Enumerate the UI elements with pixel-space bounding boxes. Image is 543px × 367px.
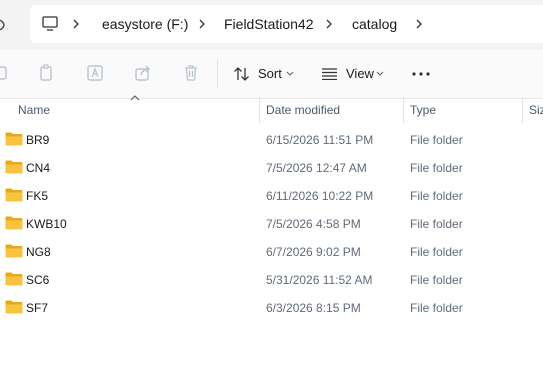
breadcrumb-fieldstation42[interactable]: FieldStation42: [224, 5, 314, 43]
column-header-size[interactable]: Size: [529, 99, 543, 121]
date-modified: 6/7/2026 9:02 PM: [266, 245, 361, 259]
file-name: KWB10: [26, 217, 67, 231]
refresh-icon[interactable]: [0, 17, 7, 33]
chevron-right-icon[interactable]: [413, 18, 425, 30]
date-modified: 6/11/2026 10:22 PM: [266, 189, 374, 203]
date-modified: 7/5/2026 4:58 PM: [266, 217, 361, 231]
breadcrumb-drive[interactable]: easystore (F:): [102, 5, 188, 43]
chevron-down-icon: [376, 71, 384, 76]
cut-icon[interactable]: [0, 64, 10, 82]
column-divider[interactable]: [403, 97, 404, 123]
rename-icon[interactable]: [86, 64, 104, 82]
date-modified: 6/15/2026 11:51 PM: [266, 133, 374, 147]
file-type: File folder: [410, 273, 463, 287]
folder-icon: [5, 244, 23, 258]
column-divider[interactable]: [259, 97, 260, 123]
view-icon: [322, 68, 337, 80]
folder-icon: [5, 272, 23, 286]
file-type: File folder: [410, 301, 463, 315]
file-type: File folder: [410, 161, 463, 175]
column-header-type[interactable]: Type: [410, 99, 436, 121]
file-type: File folder: [410, 245, 463, 259]
address-bar-area: easystore (F:) FieldStation42 catalog: [0, 0, 543, 50]
folder-icon: [5, 300, 23, 314]
date-modified: 5/31/2026 11:52 AM: [266, 273, 373, 287]
toolbar-separator: [217, 60, 218, 88]
folder-icon: [5, 188, 23, 202]
this-pc-icon[interactable]: [42, 16, 58, 31]
file-name: SC6: [26, 273, 50, 287]
file-row[interactable]: BR9 6/15/2026 11:51 PM File folder: [0, 126, 543, 154]
share-icon[interactable]: [134, 64, 152, 82]
command-bar: Sort View: [0, 50, 543, 99]
column-header-name[interactable]: Name: [18, 99, 50, 121]
sort-button[interactable]: Sort: [233, 60, 299, 88]
file-name: BR9: [26, 133, 50, 147]
view-button[interactable]: View: [321, 60, 387, 88]
date-modified: 7/5/2026 12:47 AM: [266, 161, 367, 175]
file-name: FK5: [26, 189, 49, 203]
breadcrumb-catalog[interactable]: catalog: [352, 5, 397, 43]
file-type: File folder: [410, 133, 463, 147]
column-divider[interactable]: [522, 97, 523, 123]
delete-icon[interactable]: [182, 64, 200, 82]
sort-icon: [234, 67, 249, 81]
sort-label: Sort: [258, 66, 282, 81]
folder-icon: [5, 160, 23, 174]
file-row[interactable]: NG8 6/7/2026 9:02 PM File folder: [0, 238, 543, 266]
folder-icon: [5, 132, 23, 146]
copy-icon[interactable]: [38, 64, 56, 82]
file-name: CN4: [26, 161, 51, 175]
chevron-down-icon: [286, 71, 294, 76]
file-row[interactable]: SC6 5/31/2026 11:52 AM File folder: [0, 266, 543, 294]
file-type: File folder: [410, 189, 463, 203]
more-options-icon[interactable]: [412, 72, 430, 76]
column-header-date-modified[interactable]: Date modified: [266, 99, 340, 121]
chevron-right-icon[interactable]: [196, 18, 208, 30]
file-name: SF7: [26, 301, 49, 315]
view-label: View: [346, 66, 374, 81]
file-row[interactable]: CN4 7/5/2026 12:47 AM File folder: [0, 154, 543, 182]
folder-icon: [5, 216, 23, 230]
chevron-right-icon[interactable]: [323, 18, 335, 30]
file-row[interactable]: FK5 6/11/2026 10:22 PM File folder: [0, 182, 543, 210]
file-name: NG8: [26, 245, 51, 259]
sort-ascending-indicator-icon: [130, 95, 140, 101]
chevron-right-icon[interactable]: [70, 18, 82, 30]
breadcrumb[interactable]: easystore (F:) FieldStation42 catalog: [30, 5, 543, 43]
file-row[interactable]: KWB10 7/5/2026 4:58 PM File folder: [0, 210, 543, 238]
date-modified: 6/3/2026 8:15 PM: [266, 301, 361, 315]
file-type: File folder: [410, 217, 463, 231]
file-row[interactable]: SF7 6/3/2026 8:15 PM File folder: [0, 294, 543, 322]
